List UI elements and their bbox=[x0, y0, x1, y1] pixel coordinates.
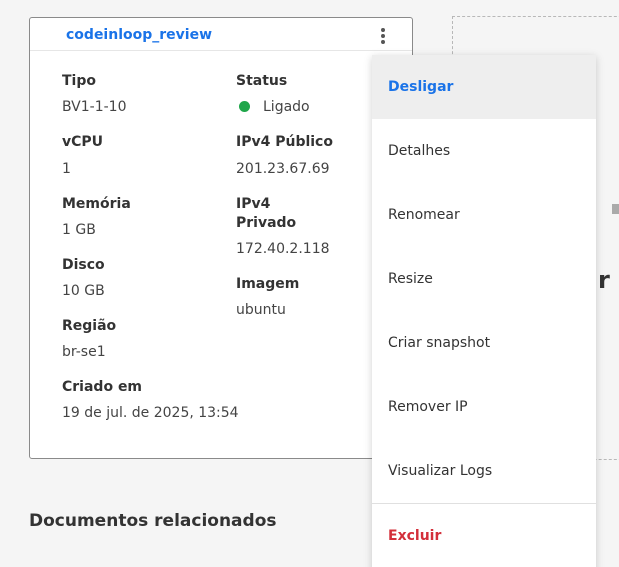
more-options-icon[interactable] bbox=[377, 26, 389, 46]
ipv4-publico-value: 201.23.67.69 bbox=[236, 161, 330, 177]
instance-name[interactable]: codeinloop_review bbox=[66, 27, 212, 43]
menu-item-excluir[interactable]: Excluir bbox=[372, 504, 596, 567]
vcpu-value: 1 bbox=[62, 161, 71, 177]
menu-item-detalhes[interactable]: Detalhes bbox=[372, 119, 596, 183]
regiao-value: br-se1 bbox=[62, 344, 106, 360]
ipv4-privado-label-line1: IPv4 bbox=[236, 196, 271, 212]
card-header: codeinloop_review bbox=[30, 18, 412, 51]
menu-item-resize[interactable]: Resize bbox=[372, 247, 596, 311]
context-menu: Desligar Detalhes Renomear Resize Criar … bbox=[372, 55, 596, 567]
status-value: Ligado bbox=[263, 99, 310, 115]
regiao-label: Região bbox=[62, 318, 117, 334]
imagem-label: Imagem bbox=[236, 276, 300, 292]
background-text-fragment: r bbox=[598, 266, 610, 294]
memoria-value: 1 GB bbox=[62, 222, 96, 238]
disco-value: 10 GB bbox=[62, 283, 105, 299]
tipo-value: BV1-1-10 bbox=[62, 99, 127, 115]
ipv4-privado-label-line2: Privado bbox=[236, 215, 297, 231]
menu-item-criar-snapshot[interactable]: Criar snapshot bbox=[372, 311, 596, 375]
criado-value: 19 de jul. de 2025, 13:54 bbox=[62, 405, 239, 421]
ipv4-privado-value: 172.40.2.118 bbox=[236, 241, 330, 257]
background-mark bbox=[612, 204, 619, 214]
menu-item-renomear[interactable]: Renomear bbox=[372, 183, 596, 247]
related-documents-title: Documentos relacionados bbox=[29, 511, 277, 531]
status-label: Status bbox=[236, 73, 288, 89]
menu-item-remover-ip[interactable]: Remover IP bbox=[372, 375, 596, 439]
menu-item-visualizar-logs[interactable]: Visualizar Logs bbox=[372, 439, 596, 503]
status-indicator bbox=[239, 101, 250, 112]
disco-label: Disco bbox=[62, 257, 105, 273]
tipo-label: Tipo bbox=[62, 73, 96, 89]
imagem-value: ubuntu bbox=[236, 302, 286, 318]
vcpu-label: vCPU bbox=[62, 134, 104, 150]
memoria-label: Memória bbox=[62, 196, 131, 212]
ipv4-publico-label: IPv4 Público bbox=[236, 134, 333, 150]
menu-item-desligar[interactable]: Desligar bbox=[372, 55, 596, 119]
criado-label: Criado em bbox=[62, 379, 143, 395]
